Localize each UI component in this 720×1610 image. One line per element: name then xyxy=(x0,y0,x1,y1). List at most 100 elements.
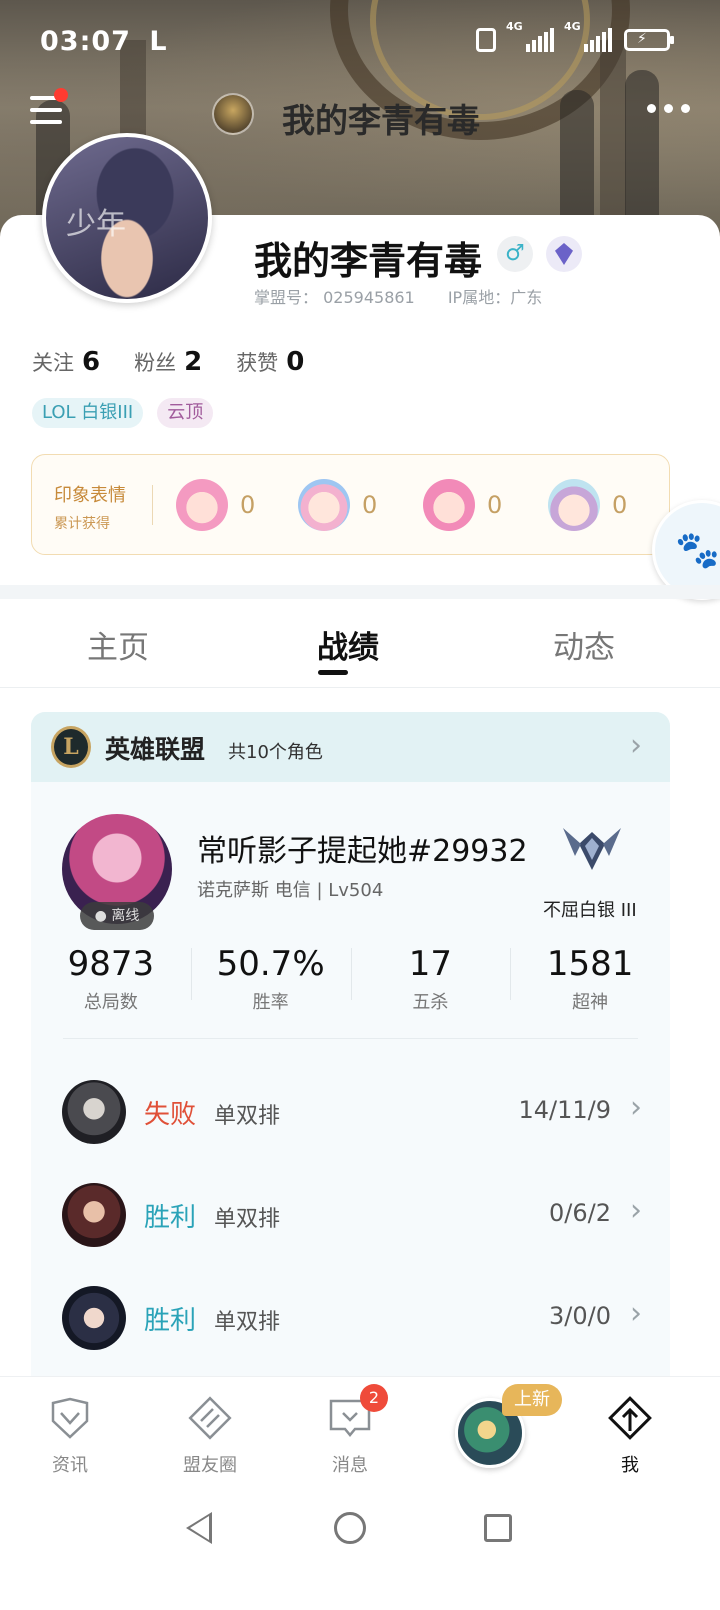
status-bar: 03:07 L 4G 4G ⚡ xyxy=(0,0,720,80)
status-time-text: 03:07 xyxy=(40,26,131,57)
more-icon[interactable] xyxy=(647,104,690,113)
kpi-value: 1581 xyxy=(546,944,634,984)
social-stats: 关注 6 粉丝 2 获赞 0 xyxy=(32,347,304,377)
kpi-win-rate: 50.7% 胜率 xyxy=(190,944,351,1024)
divider xyxy=(152,485,153,525)
network-type-label: 4G xyxy=(506,20,523,33)
match-result: 胜利 xyxy=(144,1306,197,1336)
emote-heart-icon xyxy=(423,479,475,531)
divider xyxy=(63,1038,638,1039)
avatar-image-text: 少年 xyxy=(66,207,126,242)
match-mode: 单双排 xyxy=(214,1104,281,1129)
nav-label: 消息 xyxy=(332,1455,368,1476)
emotes-label: 印象表情 累计获得 xyxy=(54,481,126,533)
rank-badge-icon[interactable] xyxy=(546,236,582,272)
friends-circle-icon xyxy=(188,1396,232,1440)
summoner-server: 诺克萨斯 电信 | Lv504 xyxy=(197,880,384,901)
emote-item[interactable]: 0 xyxy=(176,479,255,531)
tab-records[interactable]: 战绩 xyxy=(317,622,379,667)
nav-avatar[interactable] xyxy=(212,93,254,135)
new-badge: 上新 xyxy=(502,1384,562,1416)
tab-feed[interactable]: 动态 xyxy=(553,622,615,667)
vibrate-icon xyxy=(476,28,496,52)
kpi-value: 9873 xyxy=(67,944,155,984)
match-kda: 0/6/2 xyxy=(549,1199,611,1227)
emotes-subtitle: 累计获得 xyxy=(54,516,110,532)
emote-wave-icon xyxy=(298,479,350,531)
kpi-label: 五杀 xyxy=(412,992,449,1013)
battery-icon: ⚡ xyxy=(624,29,674,51)
signal-icon: 4G xyxy=(564,20,612,52)
kpi-pentakills: 17 五杀 xyxy=(350,944,511,1024)
follow-count: 6 xyxy=(82,347,101,377)
kpi-label: 超神 xyxy=(572,992,609,1013)
status-badge: ● 离线 xyxy=(80,902,154,930)
emotes-title: 印象表情 xyxy=(54,485,126,506)
tab-home[interactable]: 主页 xyxy=(87,622,149,667)
emote-count: 0 xyxy=(362,491,378,519)
nav-me[interactable]: 我 xyxy=(585,1395,675,1477)
recent-apps-icon[interactable] xyxy=(484,1514,512,1542)
nav-friends[interactable]: 盟友圈 xyxy=(165,1395,255,1477)
kpi-legendary: 1581 超神 xyxy=(510,944,670,1024)
game-record-card: L 英雄联盟 共10个角色 › ● 离线 常听影子提起她#29932 诺克萨斯 … xyxy=(31,712,670,1392)
match-kda: 3/0/0 xyxy=(549,1302,611,1330)
profile-meta: 掌盟号： 025945861 IP属地：广东 xyxy=(254,284,570,308)
status-badge-text: 离线 xyxy=(111,908,140,924)
summoner-kpis: 9873 总局数 50.7% 胜率 17 五杀 1581 超神 xyxy=(31,944,670,1024)
follow-label: 关注 xyxy=(32,351,74,375)
likes-count: 0 xyxy=(286,347,305,377)
game-name: 英雄联盟 xyxy=(105,735,206,764)
emote-item[interactable]: 0 xyxy=(423,479,502,531)
kpi-value: 50.7% xyxy=(216,944,325,984)
back-icon[interactable] xyxy=(186,1512,212,1544)
tag-tft[interactable]: 云顶 xyxy=(157,398,214,428)
tag-lol-rank[interactable]: LOL 白银III xyxy=(32,398,144,428)
likes-stat[interactable]: 获赞 0 xyxy=(236,347,304,377)
message-count-badge: 2 xyxy=(360,1384,388,1412)
system-nav-bar xyxy=(0,1484,720,1610)
kpi-label: 总局数 xyxy=(83,992,138,1013)
emote-item[interactable]: 0 xyxy=(548,479,627,531)
game-header[interactable]: L 英雄联盟 共10个角色 › xyxy=(31,712,670,782)
game-roles-count: 共10个角色 xyxy=(228,742,323,763)
me-icon xyxy=(608,1396,652,1440)
account-label: 掌盟号： xyxy=(254,288,319,307)
avatar[interactable]: 少年 xyxy=(42,133,212,303)
match-result: 失败 xyxy=(144,1100,197,1130)
fans-stat[interactable]: 粉丝 2 xyxy=(134,347,202,377)
home-icon[interactable] xyxy=(334,1512,366,1544)
page-title: 我的李青有毒 xyxy=(282,101,480,140)
champion-avatar xyxy=(62,1080,126,1144)
match-row[interactable]: 胜利 单双排 3/0/0 › xyxy=(31,1278,670,1358)
section-divider xyxy=(0,585,720,599)
match-kda: 14/11/9 xyxy=(518,1096,611,1124)
chevron-right-icon: › xyxy=(630,1090,642,1125)
chevron-right-icon: › xyxy=(630,1193,642,1228)
kpi-total-games: 9873 总局数 xyxy=(31,944,191,1024)
match-row[interactable]: 胜利 单双排 0/6/2 › xyxy=(31,1175,670,1255)
status-carrier-mark: L xyxy=(149,26,168,57)
ip-location: IP属地：广东 xyxy=(448,288,542,307)
impression-emotes[interactable]: 印象表情 累计获得 0 0 0 0 xyxy=(31,454,670,555)
emote-count: 0 xyxy=(240,491,256,519)
status-time: 03:07 L xyxy=(40,26,168,57)
status-icons: 4G 4G ⚡ xyxy=(476,20,674,52)
notification-dot xyxy=(54,88,68,102)
account-value: 025945861 xyxy=(323,288,415,307)
likes-label: 获赞 xyxy=(236,351,279,375)
male-icon: ♂ xyxy=(497,236,533,272)
nav-label: 盟友圈 xyxy=(183,1455,237,1476)
nav-news[interactable]: 资讯 xyxy=(25,1395,115,1477)
game-tags: LOL 白银III 云顶 xyxy=(32,398,214,428)
fans-count: 2 xyxy=(184,347,203,377)
emote-item[interactable]: 0 xyxy=(298,479,377,531)
emote-count: 0 xyxy=(612,491,628,519)
account-id: 掌盟号： 025945861 xyxy=(254,288,415,307)
chevron-right-icon: › xyxy=(630,1296,642,1331)
emote-count: 0 xyxy=(487,491,503,519)
follow-stat[interactable]: 关注 6 xyxy=(32,347,100,377)
chevron-right-icon: › xyxy=(630,728,642,763)
match-row[interactable]: 失败 单双排 14/11/9 › xyxy=(31,1072,670,1152)
emote-face-icon xyxy=(176,479,228,531)
